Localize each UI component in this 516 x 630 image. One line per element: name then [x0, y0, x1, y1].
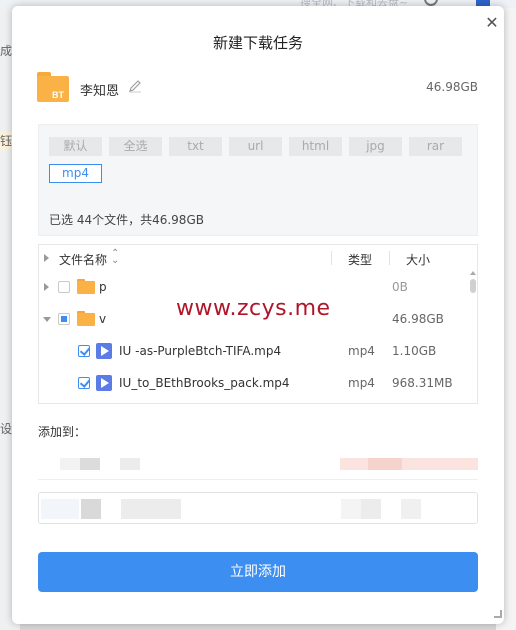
file-size: 968.31MB	[392, 376, 453, 390]
background-char: 成	[0, 44, 13, 58]
file-list-header: 文件名称 ⌃ ⌄ 类型 大小	[39, 245, 477, 271]
file-list: 文件名称 ⌃ ⌄ 类型 大小 p 0B v 46.98GB IU -as-Purp…	[38, 244, 478, 404]
sort-icon[interactable]: ⌃ ⌄	[111, 249, 119, 266]
blurred-region	[80, 458, 100, 470]
task-name: 李知恩	[80, 84, 120, 99]
column-divider	[331, 251, 332, 265]
file-name: p	[99, 280, 107, 294]
background-char: 设	[0, 422, 13, 436]
list-item[interactable]: IU_to_BEthBrooks_pack.mp4 mp4 968.31MB	[39, 367, 471, 399]
task-total-size: 46.98GB	[426, 80, 478, 94]
column-divider	[389, 251, 390, 265]
blurred-region	[340, 458, 478, 470]
blurred-region	[81, 499, 101, 519]
filter-chip-html[interactable]: html	[289, 137, 342, 156]
edit-icon[interactable]	[128, 79, 142, 93]
file-name: IU -as-PurpleBtch-TIFA.mp4	[119, 344, 282, 358]
column-header-size[interactable]: 大小	[406, 251, 430, 268]
file-list-scrollbar[interactable]	[469, 271, 477, 403]
blurred-region	[401, 499, 421, 519]
close-icon[interactable]: ✕	[483, 14, 501, 32]
file-checkbox[interactable]	[78, 345, 90, 357]
selection-summary: 已选 44个文件，共46.98GB	[49, 213, 204, 227]
file-type-filter-panel: 默认 全选 txt url html jpg rar mp4 已选 44个文件，…	[38, 124, 478, 236]
bt-icon-label: BT	[52, 90, 64, 100]
expand-all-icon[interactable]	[44, 254, 49, 262]
folder-icon	[77, 311, 95, 326]
download-directory-select[interactable]	[38, 492, 478, 524]
video-file-icon	[96, 375, 112, 391]
file-size: 1.10GB	[392, 344, 437, 358]
file-name: v	[99, 312, 107, 326]
filter-chip-rar[interactable]: rar	[409, 137, 462, 156]
blurred-region	[120, 458, 140, 470]
folder-icon	[77, 279, 95, 294]
expand-arrow-icon[interactable]	[44, 283, 49, 291]
filter-chip-mp4[interactable]: mp4	[49, 164, 102, 183]
filter-chip-default[interactable]: 默认	[49, 137, 102, 156]
filter-chip-txt[interactable]: txt	[169, 137, 222, 156]
bt-file-icon: BT	[37, 72, 69, 102]
file-type: mp4	[348, 344, 375, 358]
new-download-dialog: 新建下载任务 ✕ BT 李知恩 46.98GB 默认 全选 txt url ht…	[12, 6, 504, 624]
add-to-label: 添加到：	[38, 425, 87, 439]
filter-chip-select-all[interactable]: 全选	[109, 137, 162, 156]
blurred-region	[341, 499, 361, 519]
scrollbar-thumb[interactable]	[470, 279, 476, 293]
file-type: mp4	[348, 376, 375, 390]
blurred-region	[121, 499, 181, 519]
column-header-type[interactable]: 类型	[348, 251, 372, 268]
blurred-region	[368, 458, 402, 470]
file-name: IU_to_BEthBrooks_pack.mp4	[119, 376, 290, 390]
add-now-button[interactable]: 立即添加	[38, 552, 478, 592]
column-header-name[interactable]: 文件名称	[59, 251, 107, 268]
scroll-up-icon[interactable]	[470, 271, 476, 275]
file-size: 46.98GB	[392, 312, 444, 326]
background-char: 钰	[0, 132, 13, 149]
video-file-icon	[96, 343, 112, 359]
filter-chip-jpg[interactable]: jpg	[349, 137, 402, 156]
recent-path-row[interactable]	[38, 448, 478, 480]
blurred-region	[361, 499, 381, 519]
list-item[interactable]: IU -as-PurpleBtch-TIFA.mp4 mp4 1.10GB	[39, 335, 471, 367]
blurred-region	[60, 458, 80, 470]
resize-grip-icon[interactable]	[494, 610, 502, 618]
filter-chip-url[interactable]: url	[229, 137, 282, 156]
file-checkbox[interactable]	[58, 313, 70, 325]
blurred-region	[41, 499, 79, 519]
dialog-title: 新建下载任务	[212, 34, 303, 52]
collapse-arrow-icon[interactable]	[43, 317, 51, 322]
file-checkbox[interactable]	[78, 377, 90, 389]
file-checkbox[interactable]	[58, 281, 70, 293]
watermark-text: www.zcys.me	[176, 296, 331, 321]
file-size: 0B	[392, 280, 408, 294]
